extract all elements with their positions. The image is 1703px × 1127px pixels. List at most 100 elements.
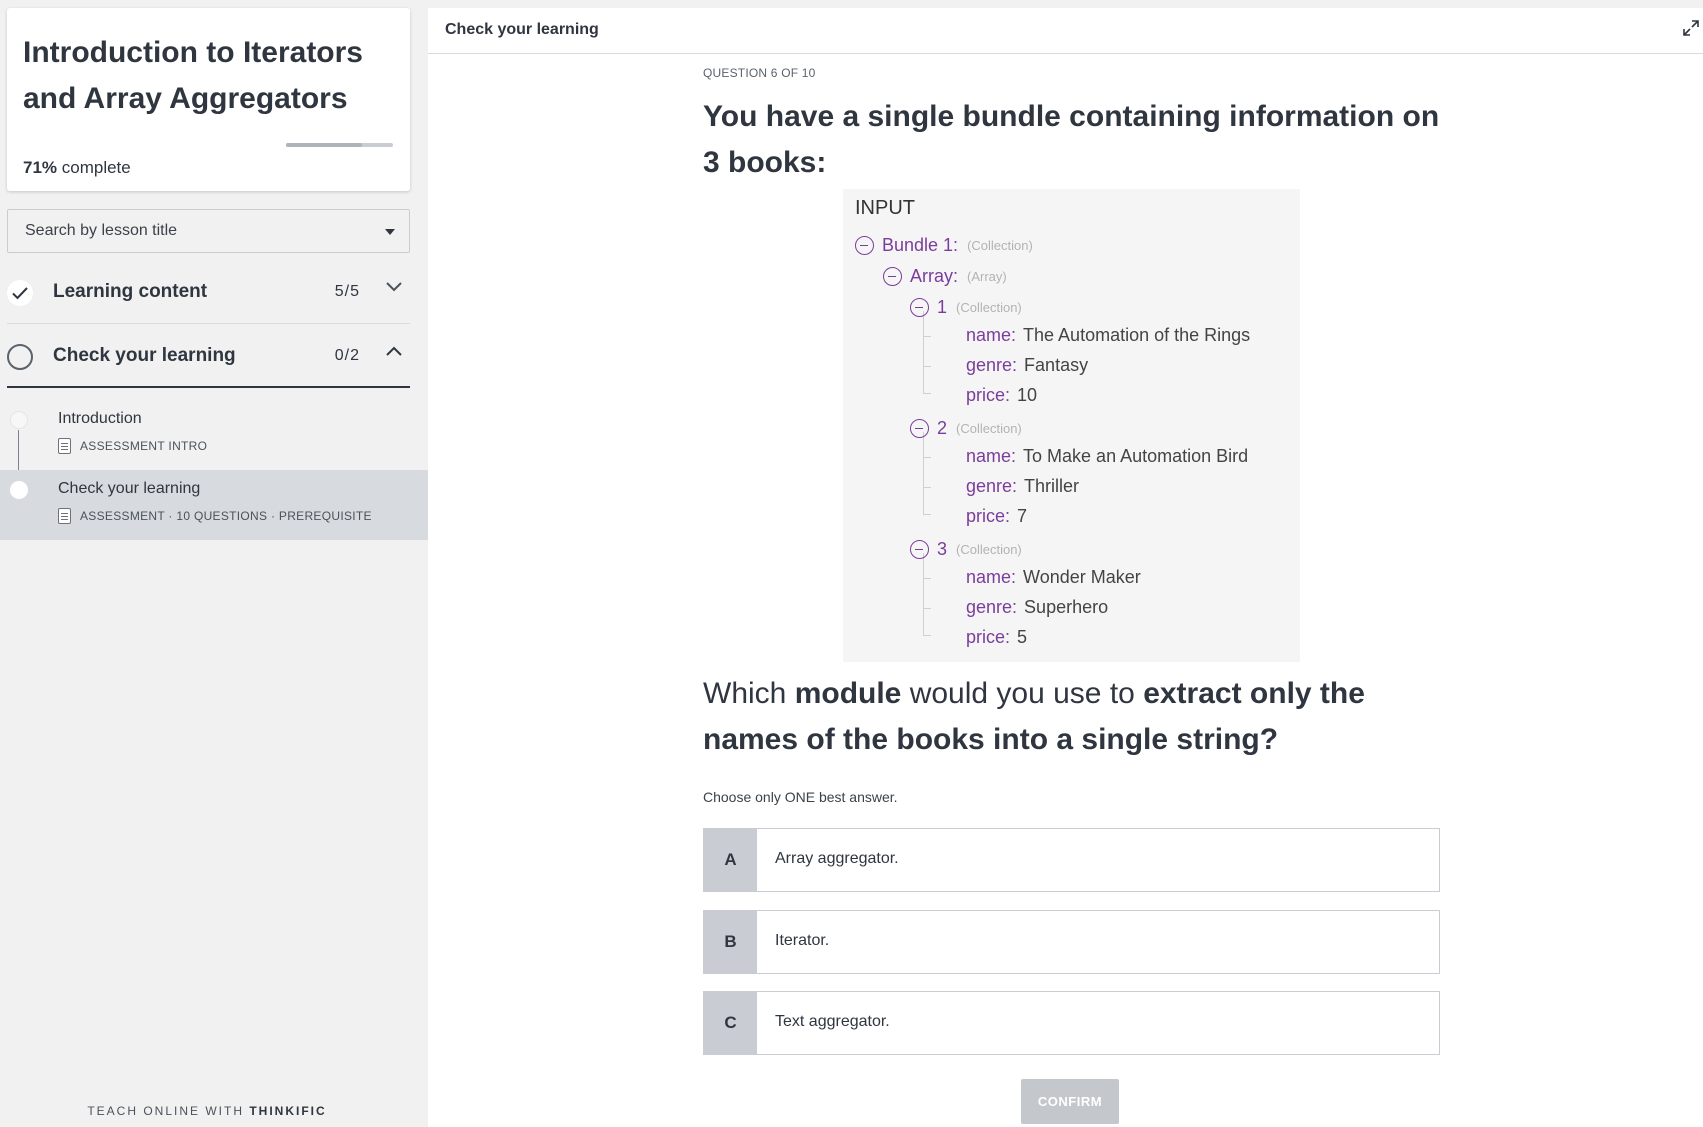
option-text: Array aggregator. <box>775 850 899 867</box>
tree-key: name: <box>966 325 1017 345</box>
input-bundle-image: INPUT Bundle 1: (Collection) Array: (Arr… <box>843 189 1300 662</box>
tree-field-row: genre: Fantasy <box>966 355 1088 376</box>
lesson-meta-text: ASSESSMENT · 10 QUESTIONS · PREREQUISITE <box>80 509 372 523</box>
answer-option-b[interactable]: B Iterator. <box>703 910 1440 974</box>
tree-key: price: <box>966 506 1011 526</box>
tree-key: price: <box>966 385 1011 405</box>
option-text: Text aggregator. <box>775 1013 890 1030</box>
lesson-title: Introduction <box>58 410 142 427</box>
tree-array-row: Array: (Array) <box>883 266 1007 287</box>
chapter-title: Check your learning <box>53 345 236 366</box>
tree-type: (Collection) <box>956 542 1022 557</box>
confirm-button[interactable]: CONFIRM <box>1021 1079 1119 1124</box>
collapse-icon <box>910 540 929 559</box>
tree-field-row: name: Wonder Maker <box>966 567 1141 588</box>
tree-key: 1 <box>937 297 948 317</box>
tree-key: price: <box>966 627 1011 647</box>
tree-key: name: <box>966 567 1017 587</box>
tree-item-row: 1 (Collection) <box>910 297 1022 318</box>
course-title: Introduction to Iterators and Array Aggr… <box>23 36 363 115</box>
chapter-count: 0/2 <box>334 347 360 364</box>
tree-key: Array: <box>910 266 959 286</box>
answer-option-c[interactable]: C Text aggregator. <box>703 991 1440 1055</box>
collapse-icon <box>910 298 929 317</box>
tree-value: Superhero <box>1024 597 1109 617</box>
tree-item-row: 3 (Collection) <box>910 539 1022 560</box>
progress-suffix: complete <box>57 158 131 177</box>
lesson-status-dot <box>10 411 28 429</box>
footer-brand: THINKIFIC <box>249 1104 327 1118</box>
question-prompt: Which module would you use to extract on… <box>703 671 1443 763</box>
thinkific-footer-link[interactable]: TEACH ONLINE WITH THINKIFIC <box>0 1104 414 1118</box>
tree-value: To Make an Automation Bird <box>1023 446 1249 466</box>
caret-down-icon <box>385 229 395 235</box>
quiz-icon <box>58 508 71 524</box>
collapse-icon <box>883 267 902 286</box>
progress-value: 71% <box>23 158 58 177</box>
tree-key: genre: <box>966 355 1018 375</box>
chapter-check-your-learning[interactable]: Check your learning 0/2 <box>7 326 410 388</box>
topbar-title: Check your learning <box>445 21 599 38</box>
tree-key: name: <box>966 446 1017 466</box>
tree-type: (Collection) <box>956 421 1022 436</box>
tree-item-row: 2 (Collection) <box>910 418 1022 439</box>
option-letter: A <box>704 829 757 891</box>
lesson-meta: ASSESSMENT INTRO <box>58 438 207 454</box>
prompt-bold: module <box>794 677 902 710</box>
tree-value: Fantasy <box>1024 355 1089 375</box>
lesson-content-panel: Check your learning QUESTION 6 OF 10 You… <box>428 8 1703 1127</box>
expand-icon[interactable] <box>1683 20 1699 36</box>
tree-value: The Automation of the Rings <box>1023 325 1251 345</box>
answer-hint: Choose only ONE best answer. <box>703 789 898 805</box>
lesson-title: Check your learning <box>58 480 201 497</box>
tree-key: genre: <box>966 597 1018 617</box>
prompt-text: would you use to <box>901 677 1144 710</box>
tree-type: (Collection) <box>956 300 1022 315</box>
lesson-item-introduction[interactable]: Introduction ASSESSMENT INTRO <box>0 400 428 470</box>
tree-value: Thriller <box>1024 476 1080 496</box>
progress-bar <box>286 143 393 147</box>
incomplete-circle-icon <box>7 344 33 370</box>
prompt-text: Which <box>703 677 795 710</box>
lesson-topbar: Check your learning <box>428 8 1703 54</box>
option-text: Iterator. <box>775 932 830 949</box>
tree-key: Bundle 1: <box>882 235 959 255</box>
tree-field-row: price: 5 <box>966 627 1027 648</box>
tree-field-row: genre: Thriller <box>966 476 1079 497</box>
lesson-search-dropdown[interactable]: Search by lesson title <box>7 209 410 253</box>
tree-field-row: price: 10 <box>966 385 1037 406</box>
input-label: INPUT <box>855 197 915 219</box>
tree-field-row: price: 7 <box>966 506 1027 527</box>
tree-field-row: name: To Make an Automation Bird <box>966 446 1248 467</box>
progress-text: 71% complete <box>23 158 131 178</box>
search-placeholder: Search by lesson title <box>25 222 178 239</box>
chevron-down-icon <box>386 282 402 292</box>
question-counter: QUESTION 6 OF 10 <box>703 66 816 80</box>
chevron-up-icon <box>386 346 402 356</box>
answer-option-a[interactable]: A Array aggregator. <box>703 828 1440 892</box>
tree-type: (Array) <box>967 269 1007 284</box>
course-card: Introduction to Iterators and Array Aggr… <box>7 8 410 191</box>
option-letter: C <box>704 992 757 1054</box>
lesson-meta-text: ASSESSMENT INTRO <box>80 439 208 453</box>
check-icon <box>7 280 33 306</box>
chapter-count: 5/5 <box>334 283 360 300</box>
tree-field-row: genre: Superhero <box>966 597 1108 618</box>
lesson-item-check-your-learning[interactable]: Check your learning ASSESSMENT · 10 QUES… <box>0 470 428 540</box>
tree-value: 7 <box>1017 506 1028 526</box>
tree-value: Wonder Maker <box>1023 567 1141 587</box>
question-heading: You have a single bundle containing info… <box>703 100 1440 179</box>
chapter-learning-content[interactable]: Learning content 5/5 <box>7 262 410 324</box>
collapse-icon <box>910 419 929 438</box>
tree-key: 3 <box>937 539 948 559</box>
tree-key: 2 <box>937 418 948 438</box>
course-sidebar: Introduction to Iterators and Array Aggr… <box>0 0 428 1127</box>
progress-bar-fill <box>286 143 362 147</box>
lesson-status-dot <box>10 481 28 499</box>
tree-bundle-row: Bundle 1: (Collection) <box>855 235 1033 256</box>
tree-type: (Collection) <box>967 238 1033 253</box>
option-letter: B <box>704 911 757 973</box>
collapse-icon <box>855 236 874 255</box>
tree-value: 10 <box>1017 385 1038 405</box>
tree-field-row: name: The Automation of the Rings <box>966 325 1250 346</box>
